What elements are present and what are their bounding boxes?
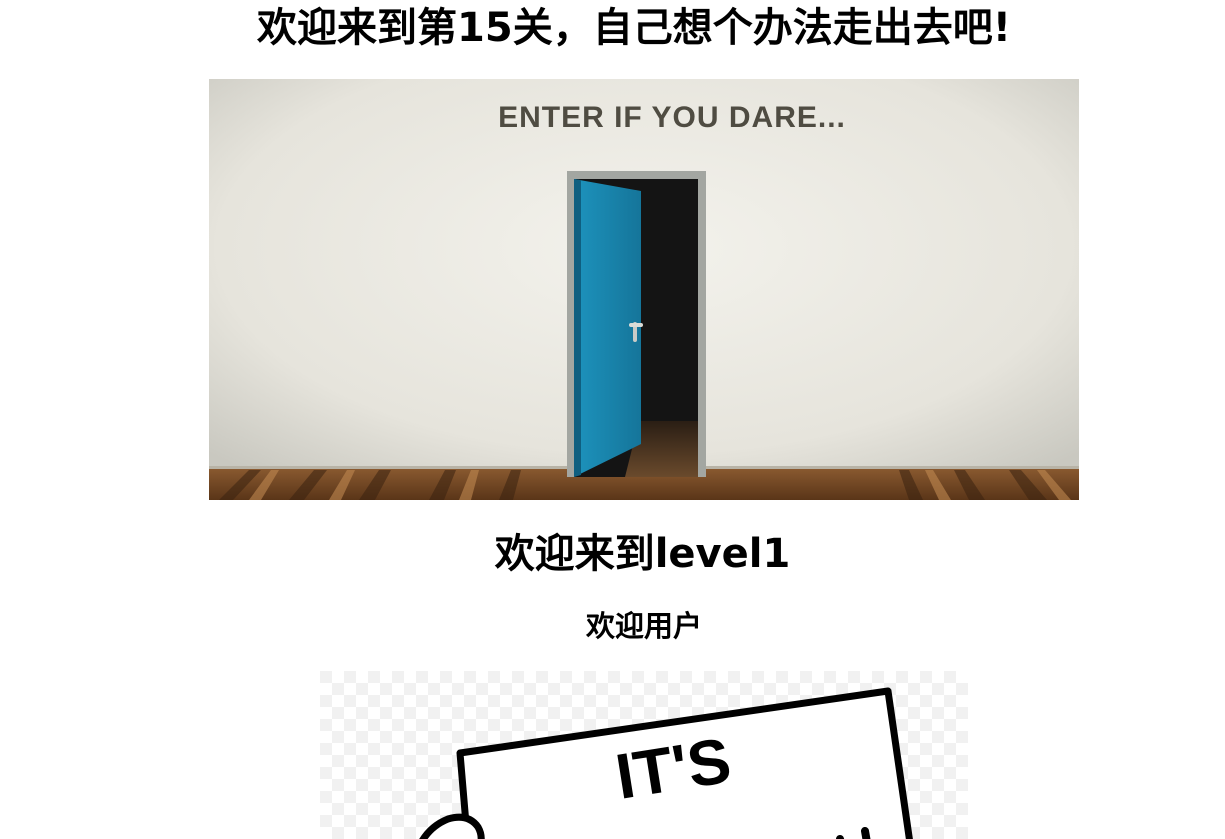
welcome-user-text: 欢迎用户	[585, 609, 702, 643]
page-title: 欢迎来到第15关，自己想个办法走出去吧!	[257, 5, 1011, 51]
its-meme-image: IT'S	[320, 671, 968, 839]
door-image: ENTER IF YOU DARE...	[209, 79, 1079, 500]
level-heading: 欢迎来到level1	[494, 531, 791, 577]
banner-sign-text: ENTER IF YOU DARE...	[498, 101, 846, 134]
page: 欢迎来到第15关，自己想个办法走出去吧! ENTER IF YOU DARE..…	[0, 0, 1225, 839]
